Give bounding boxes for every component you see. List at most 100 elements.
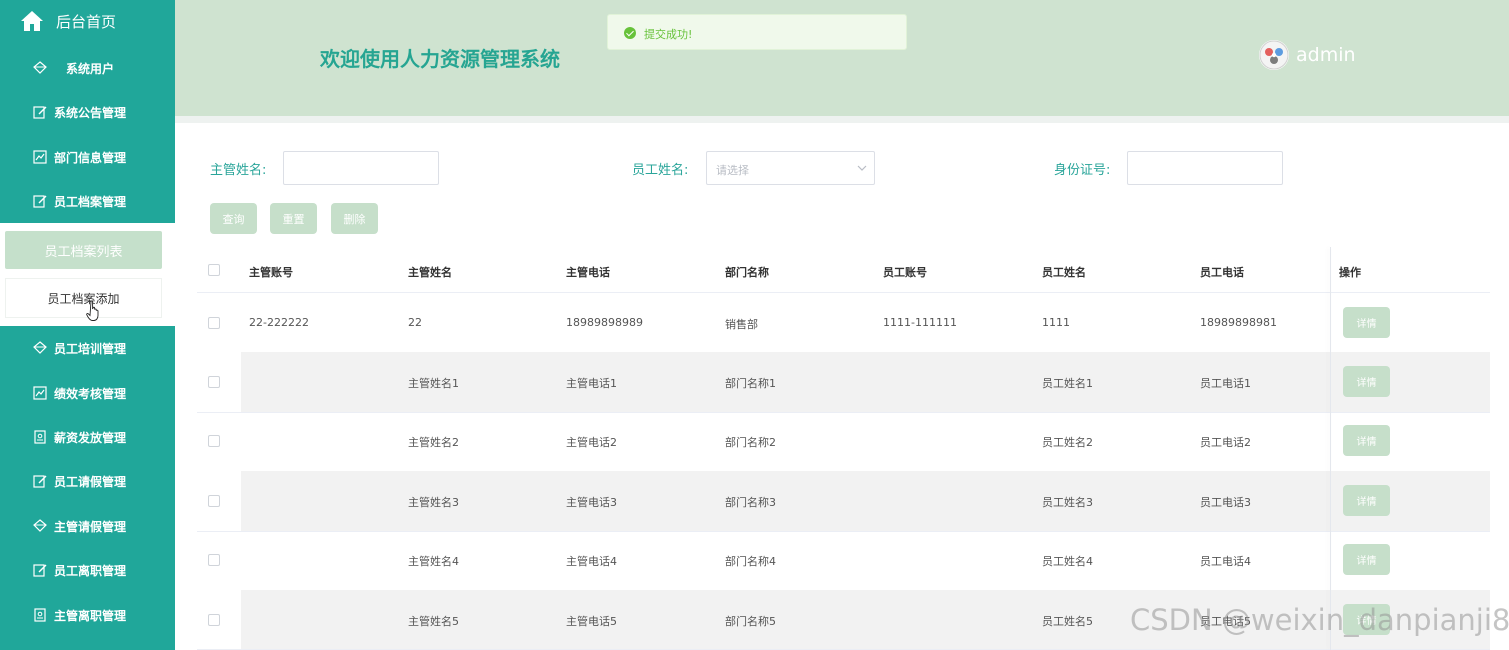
table-cell: 部门名称1 — [725, 377, 776, 391]
sidebar-menu-label: 员工档案管理 — [54, 195, 127, 209]
row-checkbox[interactable] — [208, 435, 220, 448]
sidebar-menu-item[interactable]: 绩效考核管理 — [0, 373, 175, 413]
column-header: 主管姓名 — [408, 266, 452, 279]
sidebar-menu-label: 主管离职管理 — [54, 609, 127, 623]
sidebar-menu-item[interactable]: 员工请假管理 — [0, 461, 175, 501]
detail-button[interactable]: 详情 — [1343, 366, 1390, 398]
success-toast: 提交成功! — [607, 14, 907, 50]
sidebar-menu-label: 员工离职管理 — [54, 564, 127, 578]
id-card-label: 身份证号: — [1054, 163, 1111, 178]
submenu-item-employee-file-list[interactable]: 员工档案列表 — [5, 231, 162, 269]
sidebar-menu-item[interactable]: 主管请假管理 — [0, 506, 175, 546]
sidebar-menu-label: 系统公告管理 — [54, 106, 127, 120]
row-checkbox[interactable] — [208, 376, 220, 389]
row-checkbox[interactable] — [208, 613, 220, 626]
sidebar-menu-label: 员工请假管理 — [54, 475, 127, 489]
sidebar-menu-item[interactable]: 员工离职管理 — [0, 550, 175, 590]
column-header: 操作 — [1339, 266, 1361, 279]
query-button[interactable]: 查询 — [210, 203, 257, 234]
table-cell: 销售部 — [725, 317, 758, 331]
column-header: 主管电话 — [566, 266, 610, 279]
table-cell: 主管姓名5 — [408, 614, 459, 628]
sidebar-menu-item[interactable]: 系统用户 — [0, 48, 175, 88]
document-icon — [34, 608, 46, 622]
sidebar-menu-label: 薪资发放管理 — [54, 431, 127, 445]
detail-button[interactable]: 详情 — [1343, 544, 1390, 576]
column-header: 员工姓名 — [1042, 266, 1086, 279]
row-checkbox[interactable] — [208, 316, 220, 329]
home-label: 后台首页 — [56, 13, 117, 31]
sidebar-menu-item[interactable]: 部门信息管理 — [0, 137, 175, 177]
home-icon — [21, 11, 43, 31]
page-title: 欢迎使用人力资源管理系统 — [320, 47, 560, 71]
home-link[interactable]: 后台首页 — [0, 0, 175, 44]
table-cell: 部门名称4 — [725, 555, 776, 569]
table-cell: 18989898981 — [1200, 315, 1277, 329]
column-header: 员工账号 — [883, 266, 927, 279]
sidebar-menu-item[interactable]: 系统公告管理 — [0, 92, 175, 132]
sidebar-menu-item[interactable]: 主管离职管理 — [0, 595, 175, 635]
table-cell: 主管电话5 — [566, 614, 617, 628]
table-cell: 1111 — [1042, 315, 1070, 329]
avatar[interactable] — [1259, 40, 1289, 70]
edit-icon — [33, 195, 47, 208]
edit-icon — [33, 564, 47, 577]
column-header: 主管账号 — [249, 266, 293, 279]
table-cell: 主管姓名3 — [408, 495, 459, 509]
table-cell: 部门名称2 — [725, 436, 776, 450]
diamond-icon — [33, 61, 47, 74]
table-cell: 18989898989 — [566, 315, 643, 329]
diamond-icon — [33, 519, 47, 532]
diamond-icon — [33, 341, 47, 354]
edit-icon — [33, 475, 47, 488]
sidebar-menu-item[interactable]: 员工培训管理 — [0, 328, 175, 368]
table-header-row: 主管账号 主管姓名 主管电话 部门名称 员工账号 员工姓名 员工电话 操作 — [197, 247, 1490, 293]
reset-button[interactable]: 重置 — [270, 203, 317, 234]
row-checkbox[interactable] — [208, 554, 220, 567]
delete-button[interactable]: 删除 — [331, 203, 378, 234]
table-cell: 22 — [408, 315, 422, 329]
select-all-checkbox[interactable] — [208, 264, 220, 276]
table-cell: 主管姓名4 — [408, 555, 459, 569]
table-cell: 员工姓名4 — [1042, 555, 1093, 569]
table-cell: 部门名称5 — [725, 614, 776, 628]
sidebar-menu-item[interactable]: 员工档案管理 — [0, 181, 175, 221]
detail-button[interactable]: 详情 — [1343, 484, 1390, 516]
table-cell: 1111-111111 — [883, 315, 957, 329]
id-card-input[interactable] — [1127, 151, 1283, 185]
detail-button[interactable]: 详情 — [1343, 306, 1390, 338]
fixed-column-divider — [1330, 247, 1331, 650]
chevron-down-icon — [857, 165, 867, 171]
table-cell: 主管电话3 — [566, 495, 617, 509]
sidebar-menu-label: 员工培训管理 — [54, 342, 127, 356]
sidebar-menu-label: 系统用户 — [66, 62, 115, 76]
document-icon — [34, 430, 46, 444]
username[interactable]: admin — [1296, 44, 1356, 66]
table-row: 主管姓名3 主管电话3 部门名称3 员工姓名3 员工电话3 详情 — [197, 471, 1490, 532]
table-cell: 主管姓名2 — [408, 436, 459, 450]
column-header: 部门名称 — [725, 266, 769, 279]
employee-name-select[interactable]: 请选择 — [706, 151, 875, 185]
watermark: CSDN @weixin_danpianji889 — [1130, 603, 1509, 637]
edit-icon — [33, 106, 47, 119]
table-row: 主管姓名1 主管电话1 部门名称1 员工姓名1 员工电话1 详情 — [197, 352, 1490, 413]
toast-message: 提交成功! — [644, 28, 693, 41]
submenu-item-employee-file-add[interactable]: 员工档案添加 — [5, 278, 162, 318]
table-cell: 员工电话1 — [1200, 377, 1251, 391]
table-cell: 员工姓名1 — [1042, 377, 1093, 391]
detail-button[interactable]: 详情 — [1343, 425, 1390, 457]
table-cell: 员工姓名5 — [1042, 614, 1093, 628]
row-checkbox[interactable] — [208, 494, 220, 507]
column-header: 员工电话 — [1200, 266, 1244, 279]
table-cell: 部门名称3 — [725, 495, 776, 509]
table-cell: 主管电话1 — [566, 377, 617, 391]
sidebar-menu-item[interactable]: 薪资发放管理 — [0, 417, 175, 457]
table-cell: 员工姓名3 — [1042, 495, 1093, 509]
manager-name-input[interactable] — [283, 151, 439, 185]
employee-name-label: 员工姓名: — [632, 163, 689, 178]
check-circle-icon — [624, 27, 636, 39]
table-cell: 22-222222 — [249, 315, 309, 329]
sidebar-menu-label: 部门信息管理 — [54, 151, 127, 165]
employee-file-table: 主管账号 主管姓名 主管电话 部门名称 员工账号 员工姓名 员工电话 操作 22… — [197, 247, 1490, 650]
employee-name-placeholder: 请选择 — [716, 164, 749, 177]
